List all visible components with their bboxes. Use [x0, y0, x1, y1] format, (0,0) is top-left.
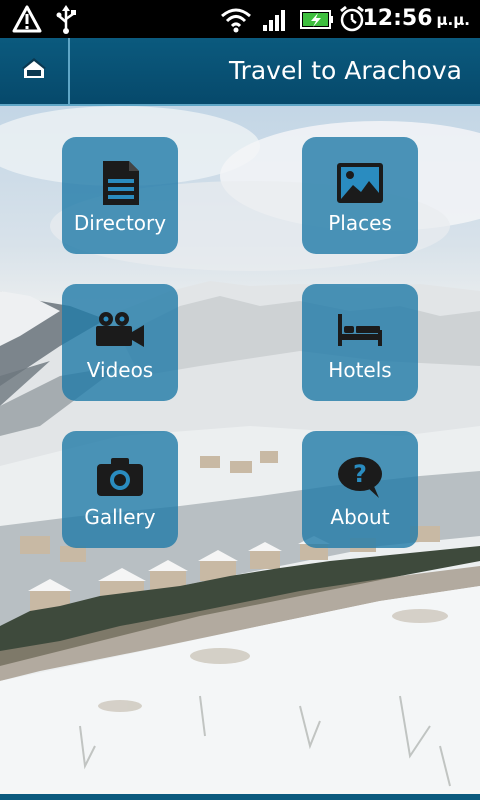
picture-icon [302, 157, 418, 209]
question-bubble-icon: ? [302, 451, 418, 503]
menu-tile-label: About [330, 505, 390, 529]
menu-tile-label: Places [328, 211, 392, 235]
document-icon [62, 157, 178, 209]
page-title: Travel to Arachova [228, 56, 462, 85]
menu-tile-videos[interactable]: Videos [62, 284, 178, 401]
menu-tile-hotels[interactable]: Hotels [302, 284, 418, 401]
bottom-accent-bar [0, 794, 480, 800]
menu-tile-gallery[interactable]: Gallery [62, 431, 178, 548]
battery-charging-icon [298, 4, 334, 34]
signal-icon [262, 4, 290, 34]
menu-tile-label: Gallery [84, 505, 156, 529]
status-time-ampm: μ.μ. [436, 11, 470, 29]
home-icon [22, 58, 46, 84]
warning-icon [12, 4, 42, 34]
menu-tile-label: Hotels [328, 358, 392, 382]
menu-tile-places[interactable]: Places [302, 137, 418, 254]
app-header: Travel to Arachova [0, 38, 480, 106]
status-bar: 12:56 μ.μ. [0, 0, 480, 38]
bed-icon [302, 304, 418, 356]
status-time-value: 12:56 [362, 6, 433, 31]
wifi-icon [220, 4, 252, 34]
menu-tile-directory[interactable]: Directory [62, 137, 178, 254]
svg-text:?: ? [353, 460, 367, 488]
camera-icon [62, 451, 178, 503]
menu-tile-label: Directory [73, 211, 167, 235]
menu-tile-about[interactable]: ? About [302, 431, 418, 548]
video-camera-icon [62, 304, 178, 356]
menu-tile-label: Videos [86, 358, 154, 382]
status-time: 12:56 μ.μ. [362, 4, 470, 34]
usb-icon [54, 4, 78, 34]
home-button[interactable] [0, 38, 70, 104]
